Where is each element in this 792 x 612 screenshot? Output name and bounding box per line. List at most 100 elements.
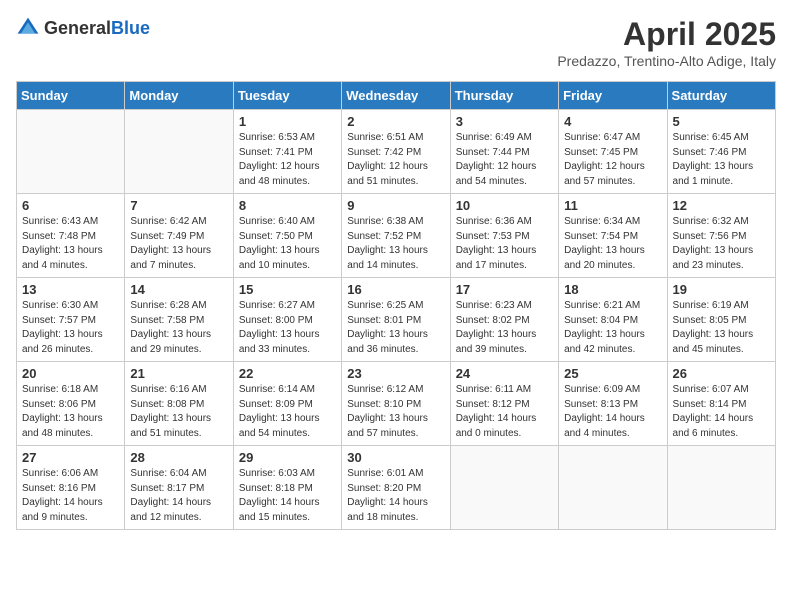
day-info: Sunrise: 6:51 AMSunset: 7:42 PMDaylight:…	[347, 131, 444, 189]
calendar-table: SundayMondayTuesdayWednesdayThursdayFrid…	[16, 81, 776, 530]
calendar-day-cell: 12 Sunrise: 6:32 AMSunset: 7:56 PMDayligh…	[667, 194, 775, 278]
calendar-day-cell: 28 Sunrise: 6:04 AMSunset: 8:17 PMDayligh…	[125, 446, 233, 530]
day-info: Sunrise: 6:42 AMSunset: 7:49 PMDaylight:…	[130, 215, 227, 273]
day-number: 8	[239, 198, 336, 213]
calendar-day-cell: 14 Sunrise: 6:28 AMSunset: 7:58 PMDayligh…	[125, 278, 233, 362]
day-number: 13	[22, 282, 119, 297]
day-number: 5	[673, 114, 770, 129]
day-number: 12	[673, 198, 770, 213]
day-number: 24	[456, 366, 553, 381]
calendar-day-cell: 26 Sunrise: 6:07 AMSunset: 8:14 PMDayligh…	[667, 362, 775, 446]
logo-general: General	[44, 18, 111, 38]
calendar-day-cell: 23Sunrise: 6:12 AMSunset: 8:10 PMDayligh…	[342, 362, 450, 446]
weekday-header-cell: Tuesday	[233, 82, 341, 110]
day-info: Sunrise: 6:12 AMSunset: 8:10 PMDaylight:…	[347, 383, 444, 441]
calendar-day-cell: 17 Sunrise: 6:23 AMSunset: 8:02 PMDayligh…	[450, 278, 558, 362]
day-number: 3	[456, 114, 553, 129]
logo-blue: Blue	[111, 18, 150, 38]
day-info: Sunrise: 6:40 AMSunset: 7:50 PMDaylight:…	[239, 215, 336, 273]
day-info: Sunrise: 6:01 AMSunset: 8:20 PMDaylight:…	[347, 467, 444, 525]
day-info: Sunrise: 6:36 AMSunset: 7:53 PMDaylight:…	[456, 215, 553, 273]
weekday-header-row: SundayMondayTuesdayWednesdayThursdayFrid…	[17, 82, 776, 110]
calendar-day-cell	[667, 446, 775, 530]
day-number: 2	[347, 114, 444, 129]
calendar-day-cell	[17, 110, 125, 194]
calendar-week-row: 20Sunrise: 6:18 AMSunset: 8:06 PMDayligh…	[17, 362, 776, 446]
day-number: 25	[564, 366, 661, 381]
calendar-day-cell: 29 Sunrise: 6:03 AMSunset: 8:18 PMDayligh…	[233, 446, 341, 530]
weekday-header-cell: Thursday	[450, 82, 558, 110]
day-info: Sunrise: 6:49 AMSunset: 7:44 PMDaylight:…	[456, 131, 553, 189]
day-info: Sunrise: 6:03 AMSunset: 8:18 PMDaylight:…	[239, 467, 336, 525]
calendar-day-cell: 3 Sunrise: 6:49 AMSunset: 7:44 PMDaylight…	[450, 110, 558, 194]
day-info: Sunrise: 6:09 AMSunset: 8:13 PMDaylight:…	[564, 383, 661, 441]
day-info: Sunrise: 6:21 AMSunset: 8:04 PMDaylight:…	[564, 299, 661, 357]
calendar-day-cell	[559, 446, 667, 530]
logo-text: GeneralBlue	[44, 18, 150, 39]
calendar-day-cell: 4 Sunrise: 6:47 AMSunset: 7:45 PMDaylight…	[559, 110, 667, 194]
day-number: 18	[564, 282, 661, 297]
day-number: 14	[130, 282, 227, 297]
calendar-day-cell: 11 Sunrise: 6:34 AMSunset: 7:54 PMDayligh…	[559, 194, 667, 278]
calendar-day-cell: 7 Sunrise: 6:42 AMSunset: 7:49 PMDaylight…	[125, 194, 233, 278]
day-info: Sunrise: 6:14 AMSunset: 8:09 PMDaylight:…	[239, 383, 336, 441]
day-info: Sunrise: 6:53 AMSunset: 7:41 PMDaylight:…	[239, 131, 336, 189]
calendar-day-cell: 8 Sunrise: 6:40 AMSunset: 7:50 PMDaylight…	[233, 194, 341, 278]
calendar-week-row: 6Sunrise: 6:43 AMSunset: 7:48 PMDaylight…	[17, 194, 776, 278]
day-info: Sunrise: 6:11 AMSunset: 8:12 PMDaylight:…	[456, 383, 553, 441]
calendar-week-row: 27Sunrise: 6:06 AMSunset: 8:16 PMDayligh…	[17, 446, 776, 530]
day-number: 1	[239, 114, 336, 129]
day-info: Sunrise: 6:23 AMSunset: 8:02 PMDaylight:…	[456, 299, 553, 357]
day-info: Sunrise: 6:38 AMSunset: 7:52 PMDaylight:…	[347, 215, 444, 273]
calendar-day-cell: 1 Sunrise: 6:53 AMSunset: 7:41 PMDaylight…	[233, 110, 341, 194]
calendar-day-cell: 18 Sunrise: 6:21 AMSunset: 8:04 PMDayligh…	[559, 278, 667, 362]
weekday-header-cell: Friday	[559, 82, 667, 110]
day-info: Sunrise: 6:47 AMSunset: 7:45 PMDaylight:…	[564, 131, 661, 189]
weekday-header-cell: Wednesday	[342, 82, 450, 110]
logo: GeneralBlue	[16, 16, 150, 40]
logo-icon	[16, 16, 40, 40]
calendar-day-cell: 10 Sunrise: 6:36 AMSunset: 7:53 PMDayligh…	[450, 194, 558, 278]
weekday-header-cell: Monday	[125, 82, 233, 110]
calendar-day-cell: 2 Sunrise: 6:51 AMSunset: 7:42 PMDaylight…	[342, 110, 450, 194]
day-number: 28	[130, 450, 227, 465]
day-info: Sunrise: 6:34 AMSunset: 7:54 PMDaylight:…	[564, 215, 661, 273]
calendar-week-row: 13Sunrise: 6:30 AMSunset: 7:57 PMDayligh…	[17, 278, 776, 362]
day-info: Sunrise: 6:16 AMSunset: 8:08 PMDaylight:…	[130, 383, 227, 441]
day-info: Sunrise: 6:25 AMSunset: 8:01 PMDaylight:…	[347, 299, 444, 357]
day-number: 21	[130, 366, 227, 381]
day-number: 17	[456, 282, 553, 297]
calendar-day-cell: 15 Sunrise: 6:27 AMSunset: 8:00 PMDayligh…	[233, 278, 341, 362]
day-info: Sunrise: 6:27 AMSunset: 8:00 PMDaylight:…	[239, 299, 336, 357]
day-number: 6	[22, 198, 119, 213]
day-info: Sunrise: 6:18 AMSunset: 8:06 PMDaylight:…	[22, 383, 119, 441]
calendar-day-cell: 13Sunrise: 6:30 AMSunset: 7:57 PMDayligh…	[17, 278, 125, 362]
calendar-day-cell: 25 Sunrise: 6:09 AMSunset: 8:13 PMDayligh…	[559, 362, 667, 446]
day-number: 4	[564, 114, 661, 129]
day-number: 30	[347, 450, 444, 465]
header: GeneralBlue April 2025 Predazzo, Trentin…	[16, 16, 776, 69]
calendar-day-cell: 27Sunrise: 6:06 AMSunset: 8:16 PMDayligh…	[17, 446, 125, 530]
calendar-day-cell	[125, 110, 233, 194]
calendar-day-cell: 19Sunrise: 6:19 AMSunset: 8:05 PMDayligh…	[667, 278, 775, 362]
day-number: 7	[130, 198, 227, 213]
day-info: Sunrise: 6:07 AMSunset: 8:14 PMDaylight:…	[673, 383, 770, 441]
day-info: Sunrise: 6:06 AMSunset: 8:16 PMDaylight:…	[22, 467, 119, 525]
day-info: Sunrise: 6:32 AMSunset: 7:56 PMDaylight:…	[673, 215, 770, 273]
day-number: 15	[239, 282, 336, 297]
calendar-body: 1 Sunrise: 6:53 AMSunset: 7:41 PMDaylight…	[17, 110, 776, 530]
month-title: April 2025	[557, 16, 776, 53]
weekday-header-cell: Sunday	[17, 82, 125, 110]
day-number: 22	[239, 366, 336, 381]
calendar-day-cell: 22 Sunrise: 6:14 AMSunset: 8:09 PMDayligh…	[233, 362, 341, 446]
day-info: Sunrise: 6:04 AMSunset: 8:17 PMDaylight:…	[130, 467, 227, 525]
day-number: 11	[564, 198, 661, 213]
day-number: 19	[673, 282, 770, 297]
calendar-day-cell: 5Sunrise: 6:45 AMSunset: 7:46 PMDaylight…	[667, 110, 775, 194]
day-number: 29	[239, 450, 336, 465]
day-number: 10	[456, 198, 553, 213]
day-info: Sunrise: 6:28 AMSunset: 7:58 PMDaylight:…	[130, 299, 227, 357]
calendar-week-row: 1 Sunrise: 6:53 AMSunset: 7:41 PMDaylight…	[17, 110, 776, 194]
day-number: 26	[673, 366, 770, 381]
calendar-day-cell: 24 Sunrise: 6:11 AMSunset: 8:12 PMDayligh…	[450, 362, 558, 446]
